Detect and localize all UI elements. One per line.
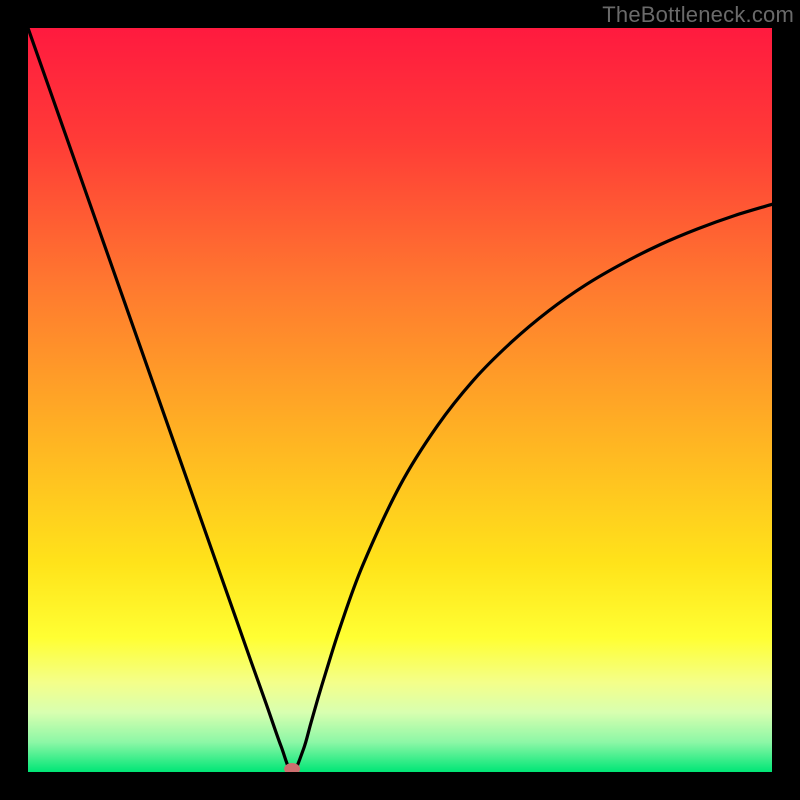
watermark-text: TheBottleneck.com <box>602 2 794 28</box>
bottleneck-chart <box>28 28 772 772</box>
gradient-background <box>28 28 772 772</box>
chart-frame: TheBottleneck.com <box>0 0 800 800</box>
plot-area <box>28 28 772 772</box>
